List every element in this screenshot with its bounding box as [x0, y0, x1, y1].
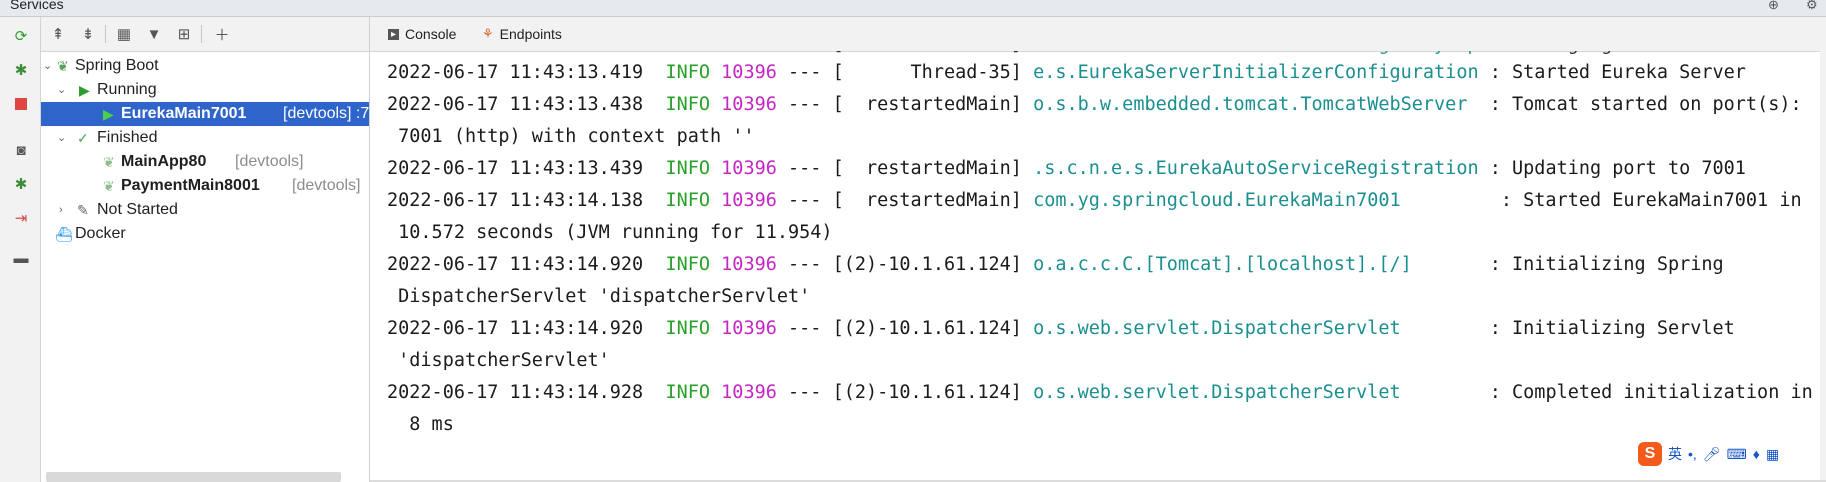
finished-icon: ✓: [77, 130, 89, 146]
console-panel: ▸ Console ⚘ Endpoints 2022-06-17 11:43:1…: [370, 17, 1826, 482]
chevron-down-icon[interactable]: ⌄: [43, 54, 52, 78]
globe-icon[interactable]: ⊕: [1768, 0, 1779, 13]
log-line: 2022-06-17 11:43:14.920 INFO 10396 --- […: [387, 254, 1724, 275]
tree-label: Docker: [75, 225, 126, 242]
tree-node-mainapp80[interactable]: ❦ MainApp80 [devtools]: [41, 150, 369, 174]
gear-icon[interactable]: ⚙: [1806, 0, 1818, 13]
tree-node-eurekamain7001[interactable]: ▶ EurekaMain7001 [devtools] :70: [41, 102, 369, 126]
tree-suffix: [devtools]: [235, 153, 304, 170]
toolbar-separator: [105, 25, 106, 43]
rerun-icon[interactable]: ⟳: [10, 25, 32, 47]
stop-icon[interactable]: [10, 93, 32, 115]
spring-boot-icon: ❦: [103, 154, 115, 170]
tree-label: EurekaMain7001: [121, 105, 247, 122]
tree-label: Finished: [97, 129, 158, 146]
sogou-logo-icon[interactable]: S: [1638, 442, 1662, 466]
title-bar: Services ⊕ ⚙: [0, 0, 1826, 17]
horizontal-scrollbar[interactable]: [46, 472, 341, 482]
tab-label: Endpoints: [499, 26, 562, 42]
spring-boot-icon: ❦: [57, 58, 69, 74]
tree-node-running[interactable]: ⌄ ▶ Running: [41, 78, 369, 102]
left-toolbar: ⟳ ✱ ◙ ✱ ⇥ ▬: [0, 17, 41, 482]
log-line: 2022-06-17 11:43:14.920 INFO 10396 --- […: [387, 318, 1735, 339]
log-line: 2022-06-17 11:43:13.439 INFO 10396 --- […: [387, 158, 1746, 179]
tree-suffix: [devtools]: [292, 177, 361, 194]
docker-icon: ⛴: [55, 226, 73, 242]
tab-console[interactable]: ▸ Console: [388, 17, 456, 51]
ime-toolbar: S 英 •, 🎤︎ ⌨ ♦ ▦: [1638, 440, 1818, 468]
services-tree-panel: ⇞ ⇟ ▦ ▼ ⊞ ＋ ⌄ ❦ Spring Boot ⌄ ▶ Running …: [41, 17, 370, 482]
log-line-continuation: 7001 (http) with context path '': [387, 126, 755, 147]
punctuation-icon[interactable]: •,: [1688, 446, 1697, 462]
camera-icon[interactable]: ◙: [10, 139, 32, 161]
debug-icon[interactable]: ✱: [10, 59, 32, 81]
add-icon[interactable]: ＋: [211, 23, 233, 45]
spring-boot-icon: ❦: [103, 178, 115, 194]
expand-all-icon[interactable]: ⇞: [47, 23, 69, 45]
tree-toolbar: ⇞ ⇟ ▦ ▼ ⊞ ＋: [41, 17, 369, 52]
log-line: 2022-06-17 11:43:14.928 INFO 10396 --- […: [387, 382, 1813, 403]
tab-label: Console: [405, 26, 457, 42]
tab-endpoints[interactable]: ⚘ Endpoints: [482, 17, 562, 51]
tree-node-finished[interactable]: ⌄ ✓ Finished: [41, 126, 369, 150]
exit-icon[interactable]: ⇥: [10, 207, 32, 229]
tree-node-spring-boot[interactable]: ⌄ ❦ Spring Boot: [41, 54, 369, 78]
tree-node-paymentmain8001[interactable]: ❦ PaymentMain8001 [devtools]: [41, 174, 369, 198]
microphone-icon[interactable]: 🎤︎: [1703, 446, 1721, 463]
console-output[interactable]: 2022-06-17 11:43:13.407 INFO 10396 --- […: [370, 51, 1826, 482]
chevron-down-icon[interactable]: ⌄: [57, 78, 66, 102]
endpoints-icon: ⚘: [482, 26, 494, 41]
console-icon: ▸: [388, 28, 400, 40]
new-tab-icon[interactable]: ⊞: [173, 23, 195, 45]
log-line: 2022-06-17 11:43:14.138 INFO 10396 --- […: [387, 190, 1802, 211]
filter-icon[interactable]: ▼: [143, 23, 165, 45]
run-icon: ▶: [103, 106, 114, 122]
tree-label: PaymentMain8001: [121, 177, 260, 194]
log-line-continuation: 8 ms: [387, 414, 454, 435]
grid-icon[interactable]: ▦: [1766, 446, 1779, 463]
tree-suffix: [devtools] :70: [283, 105, 369, 122]
vertical-scrollbar[interactable]: [1820, 51, 1826, 482]
log-line-continuation: 'dispatcherServlet': [387, 350, 610, 371]
window-title: Services: [10, 0, 64, 12]
tree-label: Not Started: [97, 201, 178, 218]
collapse-all-icon[interactable]: ⇟: [77, 23, 99, 45]
debug-attach-icon[interactable]: ✱: [10, 173, 32, 195]
wrench-icon: ✎: [77, 202, 89, 218]
layout-icon[interactable]: ▬: [10, 247, 32, 269]
log-line: 2022-06-17 11:43:13.438 INFO 10396 --- […: [387, 94, 1802, 115]
keyboard-icon[interactable]: ⌨: [1727, 446, 1747, 463]
tree-label: Spring Boot: [75, 57, 159, 74]
chevron-down-icon[interactable]: ⌄: [57, 126, 66, 150]
skin-icon[interactable]: ♦: [1753, 446, 1760, 462]
tree-label: MainApp80: [121, 153, 207, 170]
tree-node-not-started[interactable]: › ✎ Not Started: [41, 198, 369, 222]
chevron-right-icon[interactable]: ›: [59, 198, 63, 222]
group-icon[interactable]: ▦: [113, 23, 135, 45]
toolbar-separator: [201, 25, 202, 43]
tree-label: Running: [97, 81, 157, 98]
ime-language[interactable]: 英: [1668, 444, 1682, 464]
run-icon: ▶: [79, 82, 90, 98]
tab-bar: ▸ Console ⚘ Endpoints: [370, 17, 1826, 52]
log-line-continuation: 10.572 seconds (JVM running for 11.954): [387, 222, 833, 243]
log-line: 2022-06-17 11:43:13.419 INFO 10396 --- […: [387, 62, 1746, 83]
log-line-continuation: DispatcherServlet 'dispatcherServlet': [387, 286, 811, 307]
tree-node-docker[interactable]: ⛴ Docker: [41, 222, 369, 246]
